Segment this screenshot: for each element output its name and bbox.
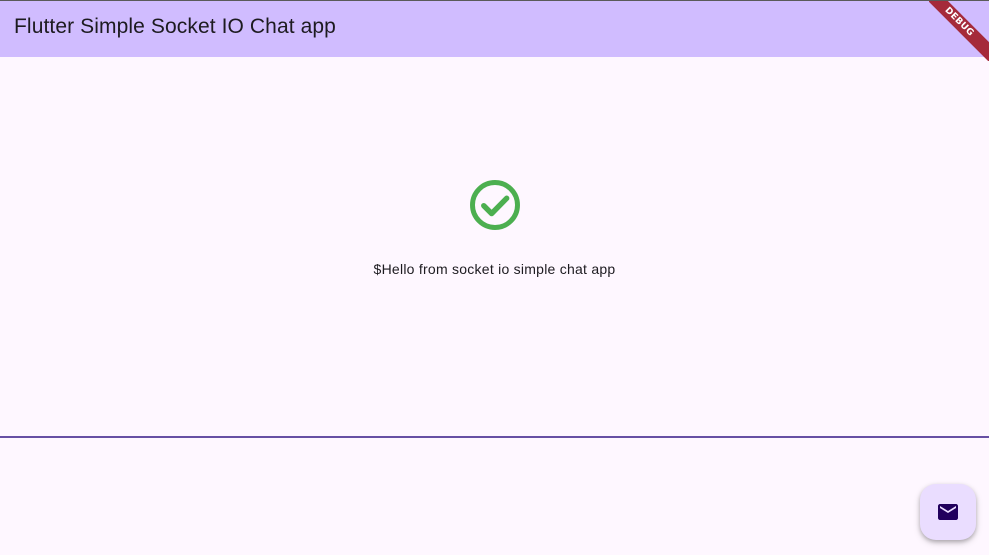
send-message-button[interactable] [920, 484, 976, 540]
check-circle-icon [469, 180, 520, 230]
mail-icon [938, 504, 958, 520]
debug-banner-container: DEBUG [929, 1, 989, 61]
message-input-area [0, 436, 989, 555]
message-input[interactable] [0, 436, 989, 440]
debug-banner: DEBUG [929, 1, 989, 61]
app-title: Flutter Simple Socket IO Chat app [14, 15, 336, 38]
status-message: $Hello from socket io simple chat app [373, 261, 616, 277]
app-bar: Flutter Simple Socket IO Chat app DEBUG [0, 0, 989, 61]
status-panel: $Hello from socket io simple chat app [0, 178, 989, 277]
app-window: Flutter Simple Socket IO Chat app DEBUG … [0, 0, 989, 555]
